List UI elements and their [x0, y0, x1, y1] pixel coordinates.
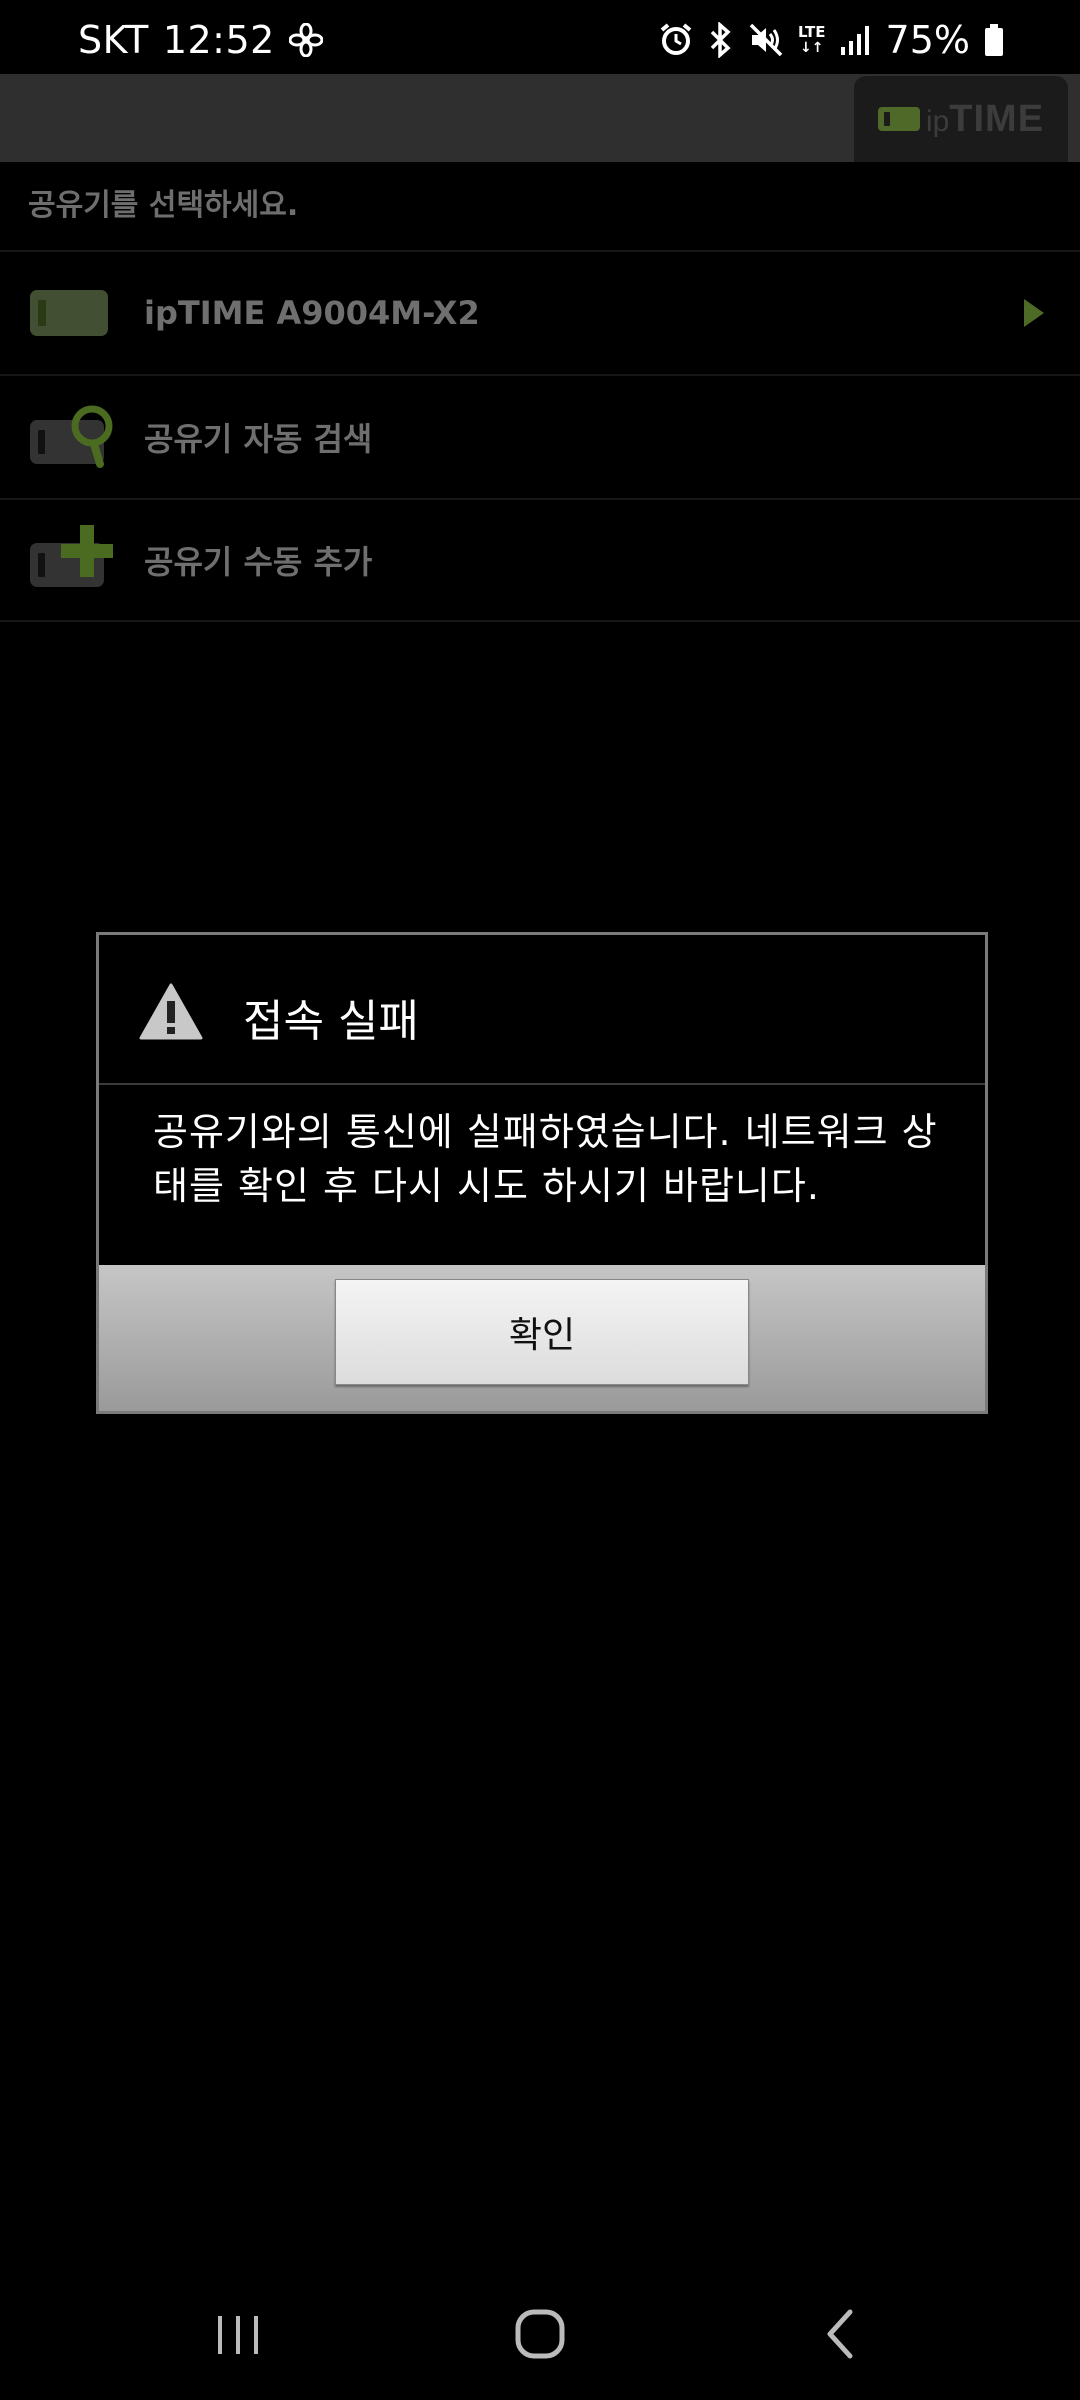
logo-ip: ip: [925, 104, 950, 138]
list-item-auto-search[interactable]: 공유기 자동 검색: [0, 374, 1080, 498]
mute-icon: [748, 22, 784, 58]
list-item-label: 공유기 자동 검색: [144, 420, 373, 458]
lte-icon: LTE ↓↑: [797, 23, 826, 56]
router-list: ipTIME A9004M-X2 공유기 자동 검색 공유기 수동 추가: [0, 250, 1080, 622]
app-header: ipTIME: [0, 74, 1080, 162]
connection-failed-dialog: 접속 실패 공유기와의 통신에 실패하였습니다. 네트워크 상태를 확인 후 다…: [96, 932, 988, 1414]
dialog-message: 공유기와의 통신에 실패하였습니다. 네트워크 상태를 확인 후 다시 시도 하…: [153, 1110, 938, 1208]
list-item-label: ipTIME A9004M-X2: [144, 294, 480, 332]
iptime-logo: ipTIME: [854, 76, 1068, 162]
lte-label: LTE: [797, 23, 826, 41]
fan-icon: [288, 23, 323, 57]
logo-router-icon: [877, 107, 920, 131]
home-icon[interactable]: [510, 2304, 570, 2364]
carrier-label: SKT: [78, 18, 149, 62]
list-item-label: 공유기 수동 추가: [144, 543, 373, 581]
confirm-button[interactable]: 확인: [335, 1279, 749, 1385]
router-add-icon: [28, 525, 118, 595]
dialog-header: 접속 실패: [99, 935, 985, 1085]
signal-icon: [840, 23, 872, 57]
status-bar: SKT 12:52 LTE ↓↑ 75%: [0, 0, 1080, 74]
router-search-icon: [28, 402, 118, 472]
status-right: LTE ↓↑ 75%: [658, 18, 1004, 62]
navigation-bar: [0, 2260, 1080, 2400]
select-router-prompt: 공유기를 선택하세요.: [28, 188, 299, 223]
logo-time: TIME: [949, 97, 1045, 140]
router-icon: [28, 278, 118, 348]
bluetooth-icon: [708, 22, 734, 58]
status-left: SKT 12:52: [78, 18, 323, 62]
logo-text: ipTIME: [926, 98, 1044, 141]
battery-percent: 75%: [885, 18, 970, 62]
clock: 12:52: [162, 18, 275, 62]
back-icon[interactable]: [812, 2304, 872, 2364]
chevron-right-icon: [1024, 299, 1044, 327]
dialog-footer: 확인: [99, 1265, 985, 1411]
recents-icon[interactable]: [208, 2304, 268, 2364]
list-item-router[interactable]: ipTIME A9004M-X2: [0, 250, 1080, 374]
dialog-title: 접속 실패: [243, 996, 419, 1047]
battery-icon: [984, 23, 1004, 57]
alarm-icon: [658, 22, 694, 58]
list-item-manual-add[interactable]: 공유기 수동 추가: [0, 498, 1080, 622]
warning-icon: [139, 983, 203, 1041]
